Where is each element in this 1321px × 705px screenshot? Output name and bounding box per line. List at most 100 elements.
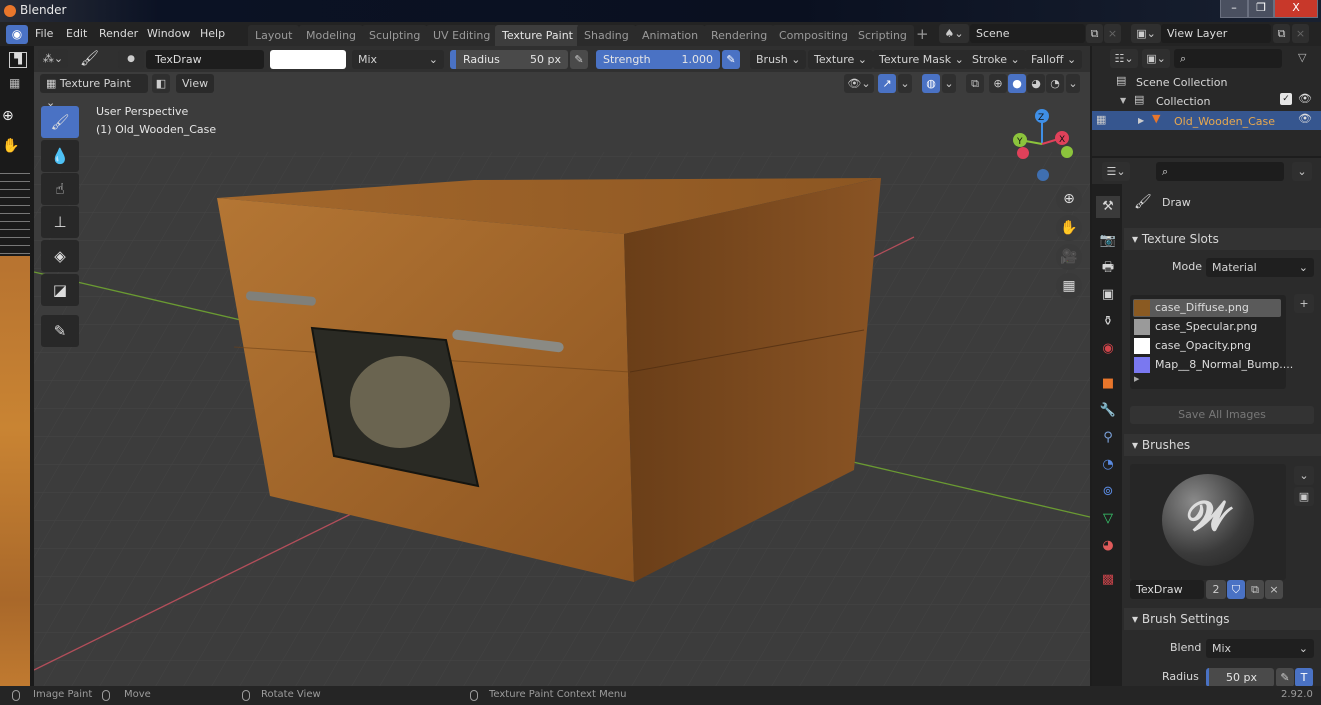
brush-color-swatch[interactable] <box>270 50 346 69</box>
gizmo-toggle-icon[interactable]: ↗ <box>878 74 896 93</box>
unlink-brush-icon[interactable]: × <box>1265 580 1283 599</box>
tab-constraints-icon[interactable]: ⊚ <box>1096 481 1120 503</box>
shading-wireframe-icon[interactable]: ⊕ <box>989 74 1007 93</box>
tab-modeling[interactable]: Modeling <box>299 25 364 46</box>
editor-type-icon[interactable]: ▜ <box>9 52 27 68</box>
tab-scene-icon[interactable]: ⚱ <box>1096 311 1120 333</box>
tool-soften[interactable]: 💧 <box>41 140 79 172</box>
brush-preview[interactable]: 𝓦 <box>1130 464 1286 580</box>
view-layer-field[interactable]: View Layer <box>1161 24 1271 43</box>
properties-search-input[interactable]: ⌕ <box>1156 162 1284 181</box>
zoom-view-icon[interactable]: ⊕ <box>1056 186 1082 212</box>
brush-name-field[interactable]: TexDraw <box>146 50 264 69</box>
texture-slots-panel-header[interactable]: ▾ Texture Slots <box>1124 228 1321 250</box>
tool-clone[interactable]: ⊥ <box>41 206 79 238</box>
menu-help[interactable]: Help <box>200 27 225 40</box>
gizmo-neg-z[interactable] <box>1037 169 1049 181</box>
tool-settings-icon[interactable]: ⁂⌄ <box>38 49 68 68</box>
texture-mask-menu[interactable]: Texture Mask ⌄ <box>873 50 970 69</box>
texture-slot-item[interactable]: Map__8_Normal_Bump.... <box>1133 356 1293 374</box>
brush-list-dropdown[interactable]: ⌄ <box>1294 466 1314 485</box>
ortho-toggle-icon[interactable]: ▦ <box>1056 273 1082 299</box>
scene-collection-label[interactable]: Scene Collection <box>1136 76 1227 89</box>
delete-view-layer-icon[interactable]: × <box>1292 24 1309 43</box>
tool-draw[interactable]: 🖌 <box>41 106 79 138</box>
tab-shading[interactable]: Shading <box>577 25 636 46</box>
tab-world-icon[interactable]: ◉ <box>1096 338 1120 360</box>
collection-visibility-icon[interactable]: 👁 <box>1298 92 1312 105</box>
brushes-panel-header[interactable]: ▾ Brushes <box>1124 434 1321 456</box>
outliner-search-input[interactable]: ⌕ <box>1174 49 1282 68</box>
overlays-toggle-icon[interactable]: ◍ <box>922 74 940 93</box>
tab-modifiers-icon[interactable]: 🔧 <box>1096 400 1120 422</box>
tab-sculpting[interactable]: Sculpting <box>362 25 428 46</box>
tab-particles-icon[interactable]: ⚲ <box>1096 427 1120 449</box>
menu-file[interactable]: File <box>35 27 53 40</box>
view-menu[interactable]: View <box>176 74 215 93</box>
delete-scene-icon[interactable]: × <box>1104 24 1121 43</box>
outliner-display-mode-icon[interactable]: ▣⌄ <box>1142 49 1170 68</box>
list-expand-icon[interactable]: ▶ <box>1134 375 1139 383</box>
blend-dropdown[interactable]: Mix ⌄ <box>352 50 444 69</box>
brush-radius-slider[interactable]: 50 px <box>1206 668 1274 687</box>
stroke-menu[interactable]: Stroke ⌄ <box>966 50 1026 69</box>
radius-unit-toggle-icon[interactable]: T <box>1295 668 1313 687</box>
properties-options-icon[interactable]: ⌄ <box>1292 162 1312 181</box>
shading-material-icon[interactable]: ◕ <box>1027 74 1045 93</box>
add-workspace-button[interactable]: + <box>916 25 929 43</box>
zoom-icon[interactable]: ⊕ <box>2 108 14 124</box>
camera-view-icon[interactable]: 🎥 <box>1056 244 1082 270</box>
brush-blend-dropdown[interactable]: Mix ⌄ <box>1206 639 1314 658</box>
new-scene-icon[interactable]: ⧉ <box>1086 24 1103 43</box>
tab-output-icon[interactable]: 🖶 <box>1096 257 1120 279</box>
outliner-type-icon[interactable]: ☷⌄ <box>1110 49 1138 68</box>
tool-fill[interactable]: ◈ <box>41 240 79 272</box>
tab-view-layer-icon[interactable]: ▣ <box>1096 284 1120 306</box>
radius-slider[interactable]: Radius 50 px <box>450 50 568 69</box>
scene-selector-icon[interactable]: ♠⌄ <box>939 24 969 43</box>
texture-paint-mode-icon[interactable]: ▦ <box>9 76 20 90</box>
navigation-gizmo[interactable]: Z Y X <box>1000 104 1080 184</box>
tab-tool-icon[interactable]: ⚒ <box>1096 196 1120 218</box>
visibility-icon[interactable]: 👁⌄ <box>844 74 874 93</box>
tab-material-icon[interactable]: ◕ <box>1096 535 1120 557</box>
close-button[interactable]: X <box>1274 0 1318 18</box>
object-visibility-icon[interactable]: 👁 <box>1298 112 1312 125</box>
tab-rendering[interactable]: Rendering <box>704 25 775 46</box>
menu-render[interactable]: Render <box>99 27 138 40</box>
tool-smear[interactable]: ☝ <box>41 173 79 205</box>
strength-pressure-icon[interactable]: ✎ <box>722 50 740 69</box>
collection-label[interactable]: Collection <box>1156 95 1210 108</box>
brush-users-count[interactable]: 2 <box>1206 580 1226 599</box>
tab-uv-editing[interactable]: UV Editing <box>426 25 498 46</box>
texture-slot-item[interactable]: case_Specular.png <box>1133 318 1281 336</box>
minimize-button[interactable]: – <box>1220 0 1248 18</box>
gizmo-neg-x[interactable] <box>1017 147 1029 159</box>
radius-pressure-toggle-icon[interactable]: ✎ <box>1276 668 1294 687</box>
blender-menu-icon[interactable]: ◉ <box>6 25 28 44</box>
shading-solid-icon[interactable]: ● <box>1008 74 1026 93</box>
tab-compositing[interactable]: Compositing <box>772 25 855 46</box>
save-all-images-button[interactable]: Save All Images <box>1130 406 1314 424</box>
brush-preview-icon[interactable]: ● <box>118 50 144 69</box>
shading-dropdown-icon[interactable]: ⌄ <box>1066 74 1080 93</box>
tab-object-icon[interactable]: ■ <box>1096 373 1120 395</box>
mode-dropdown[interactable]: ▦ Texture Paint ⌄ <box>40 74 148 109</box>
xray-toggle-icon[interactable]: ⧉ <box>966 74 984 93</box>
gizmo-neg-y[interactable] <box>1061 146 1073 158</box>
brush-name-input[interactable]: TexDraw <box>1130 580 1204 599</box>
radius-pressure-icon[interactable]: ✎ <box>570 50 588 69</box>
texture-slot-item[interactable]: case_Diffuse.png <box>1133 299 1281 317</box>
collapse-arrow-icon[interactable]: ▼ <box>1120 96 1126 105</box>
properties-type-icon[interactable]: ☰⌄ <box>1102 162 1130 181</box>
fake-user-icon[interactable]: ⛉ <box>1227 580 1245 599</box>
duplicate-brush-icon[interactable]: ⧉ <box>1246 580 1264 599</box>
filter-icon[interactable]: ▽ <box>1298 51 1306 64</box>
tab-texture-paint[interactable]: Texture Paint <box>495 25 580 46</box>
texture-slot-list[interactable]: case_Diffuse.png case_Specular.png case_Op… <box>1130 295 1293 389</box>
texture-menu[interactable]: Texture ⌄ <box>808 50 873 69</box>
collection-checkbox[interactable]: ✓ <box>1280 93 1292 105</box>
tab-render-icon[interactable]: 📷 <box>1096 230 1120 252</box>
brush-settings-panel-header[interactable]: ▾ Brush Settings <box>1124 608 1321 630</box>
texture-mode-dropdown[interactable]: Material ⌄ <box>1206 258 1314 277</box>
